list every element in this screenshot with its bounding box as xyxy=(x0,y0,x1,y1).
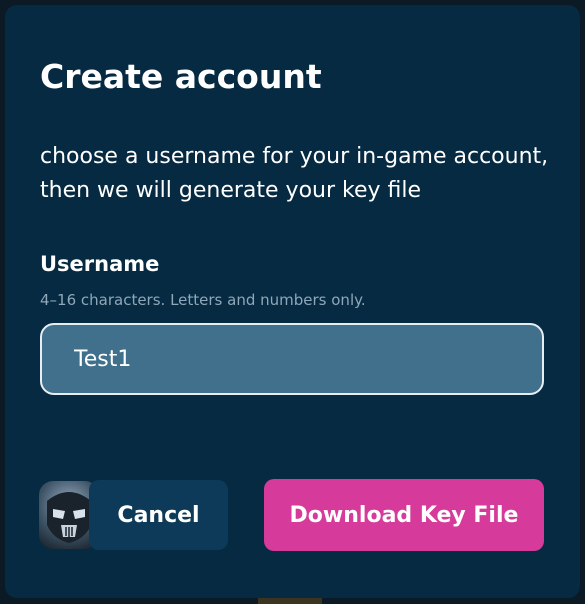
username-hint: 4–16 characters. Letters and numbers onl… xyxy=(40,291,366,309)
dialog-title: Create account xyxy=(40,57,322,96)
download-key-file-button[interactable]: Download Key File xyxy=(264,479,544,551)
cancel-button[interactable]: Cancel xyxy=(89,480,228,550)
create-account-dialog: Create account choose a username for you… xyxy=(5,5,580,598)
dialog-description: choose a username for your in-game accou… xyxy=(40,144,549,203)
username-input[interactable] xyxy=(40,323,544,395)
username-label: Username xyxy=(40,252,160,276)
